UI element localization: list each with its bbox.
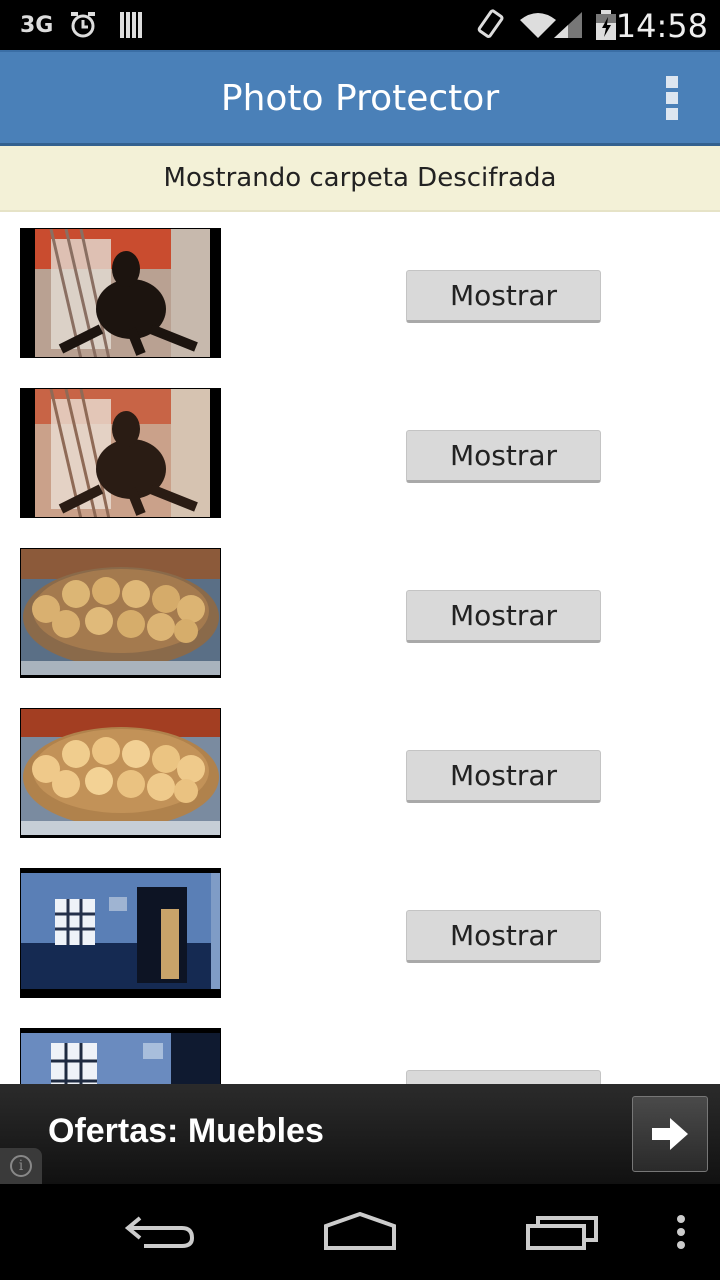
list-item: Mostrar xyxy=(0,1012,720,1084)
list-item: Mostrar xyxy=(0,692,720,852)
navigation-bar xyxy=(0,1184,720,1280)
battery-icon xyxy=(594,10,618,40)
overflow-nav-icon[interactable] xyxy=(664,1208,698,1256)
recent-apps-button[interactable] xyxy=(522,1208,602,1256)
ad-info-icon[interactable]: i xyxy=(0,1148,42,1184)
network-type-indicator: 3G xyxy=(20,12,54,38)
overflow-menu-icon[interactable] xyxy=(660,76,684,124)
show-button[interactable]: Mostrar xyxy=(406,270,601,323)
alarm-icon xyxy=(68,10,98,40)
list-item: Mostrar xyxy=(0,372,720,532)
rotation-icon xyxy=(476,9,506,40)
app-title: Photo Protector xyxy=(220,78,500,119)
back-icon xyxy=(124,1216,195,1248)
home-icon xyxy=(324,1212,396,1250)
photo-thumbnail[interactable] xyxy=(20,1028,221,1084)
back-button[interactable] xyxy=(120,1208,200,1256)
screen: 3G 14:58 Photo Protector Mostrando carpe… xyxy=(0,0,720,1280)
show-button[interactable]: Mostrar xyxy=(406,910,601,963)
arrow-right-icon xyxy=(652,1118,688,1150)
photo-thumbnail[interactable] xyxy=(20,708,221,838)
list-item: Mostrar xyxy=(0,532,720,692)
show-button[interactable]: Mostrar xyxy=(406,430,601,483)
status-bar: 3G 14:58 xyxy=(0,0,720,50)
photo-thumbnail[interactable] xyxy=(20,228,221,358)
list-item: Mostrar xyxy=(0,212,720,372)
show-button[interactable]: Mostrar xyxy=(406,590,601,643)
home-button[interactable] xyxy=(318,1208,402,1256)
photo-thumbnail[interactable] xyxy=(20,868,221,998)
show-button[interactable]: Mostrar xyxy=(406,750,601,803)
ad-arrow-button[interactable] xyxy=(632,1096,708,1172)
ad-text[interactable]: Ofertas: Muebles xyxy=(48,1112,324,1151)
signal-icon xyxy=(552,10,584,40)
photo-list[interactable]: Mostrar Mostrar Mostrar Mostrar Mostrar xyxy=(0,212,720,1084)
list-item: Mostrar xyxy=(0,852,720,1012)
photo-thumbnail[interactable] xyxy=(20,388,221,518)
action-bar: Photo Protector xyxy=(0,50,720,146)
clock: 14:58 xyxy=(615,7,708,45)
storage-icon xyxy=(118,10,146,40)
show-button[interactable]: Mostrar xyxy=(406,1070,601,1084)
ad-banner[interactable]: Ofertas: Muebles i xyxy=(0,1084,720,1184)
photo-thumbnail[interactable] xyxy=(20,548,221,678)
folder-status-text: Mostrando carpeta Descifrada xyxy=(163,163,557,193)
recent-apps-icon xyxy=(526,1216,598,1250)
folder-status-banner: Mostrando carpeta Descifrada xyxy=(0,146,720,212)
